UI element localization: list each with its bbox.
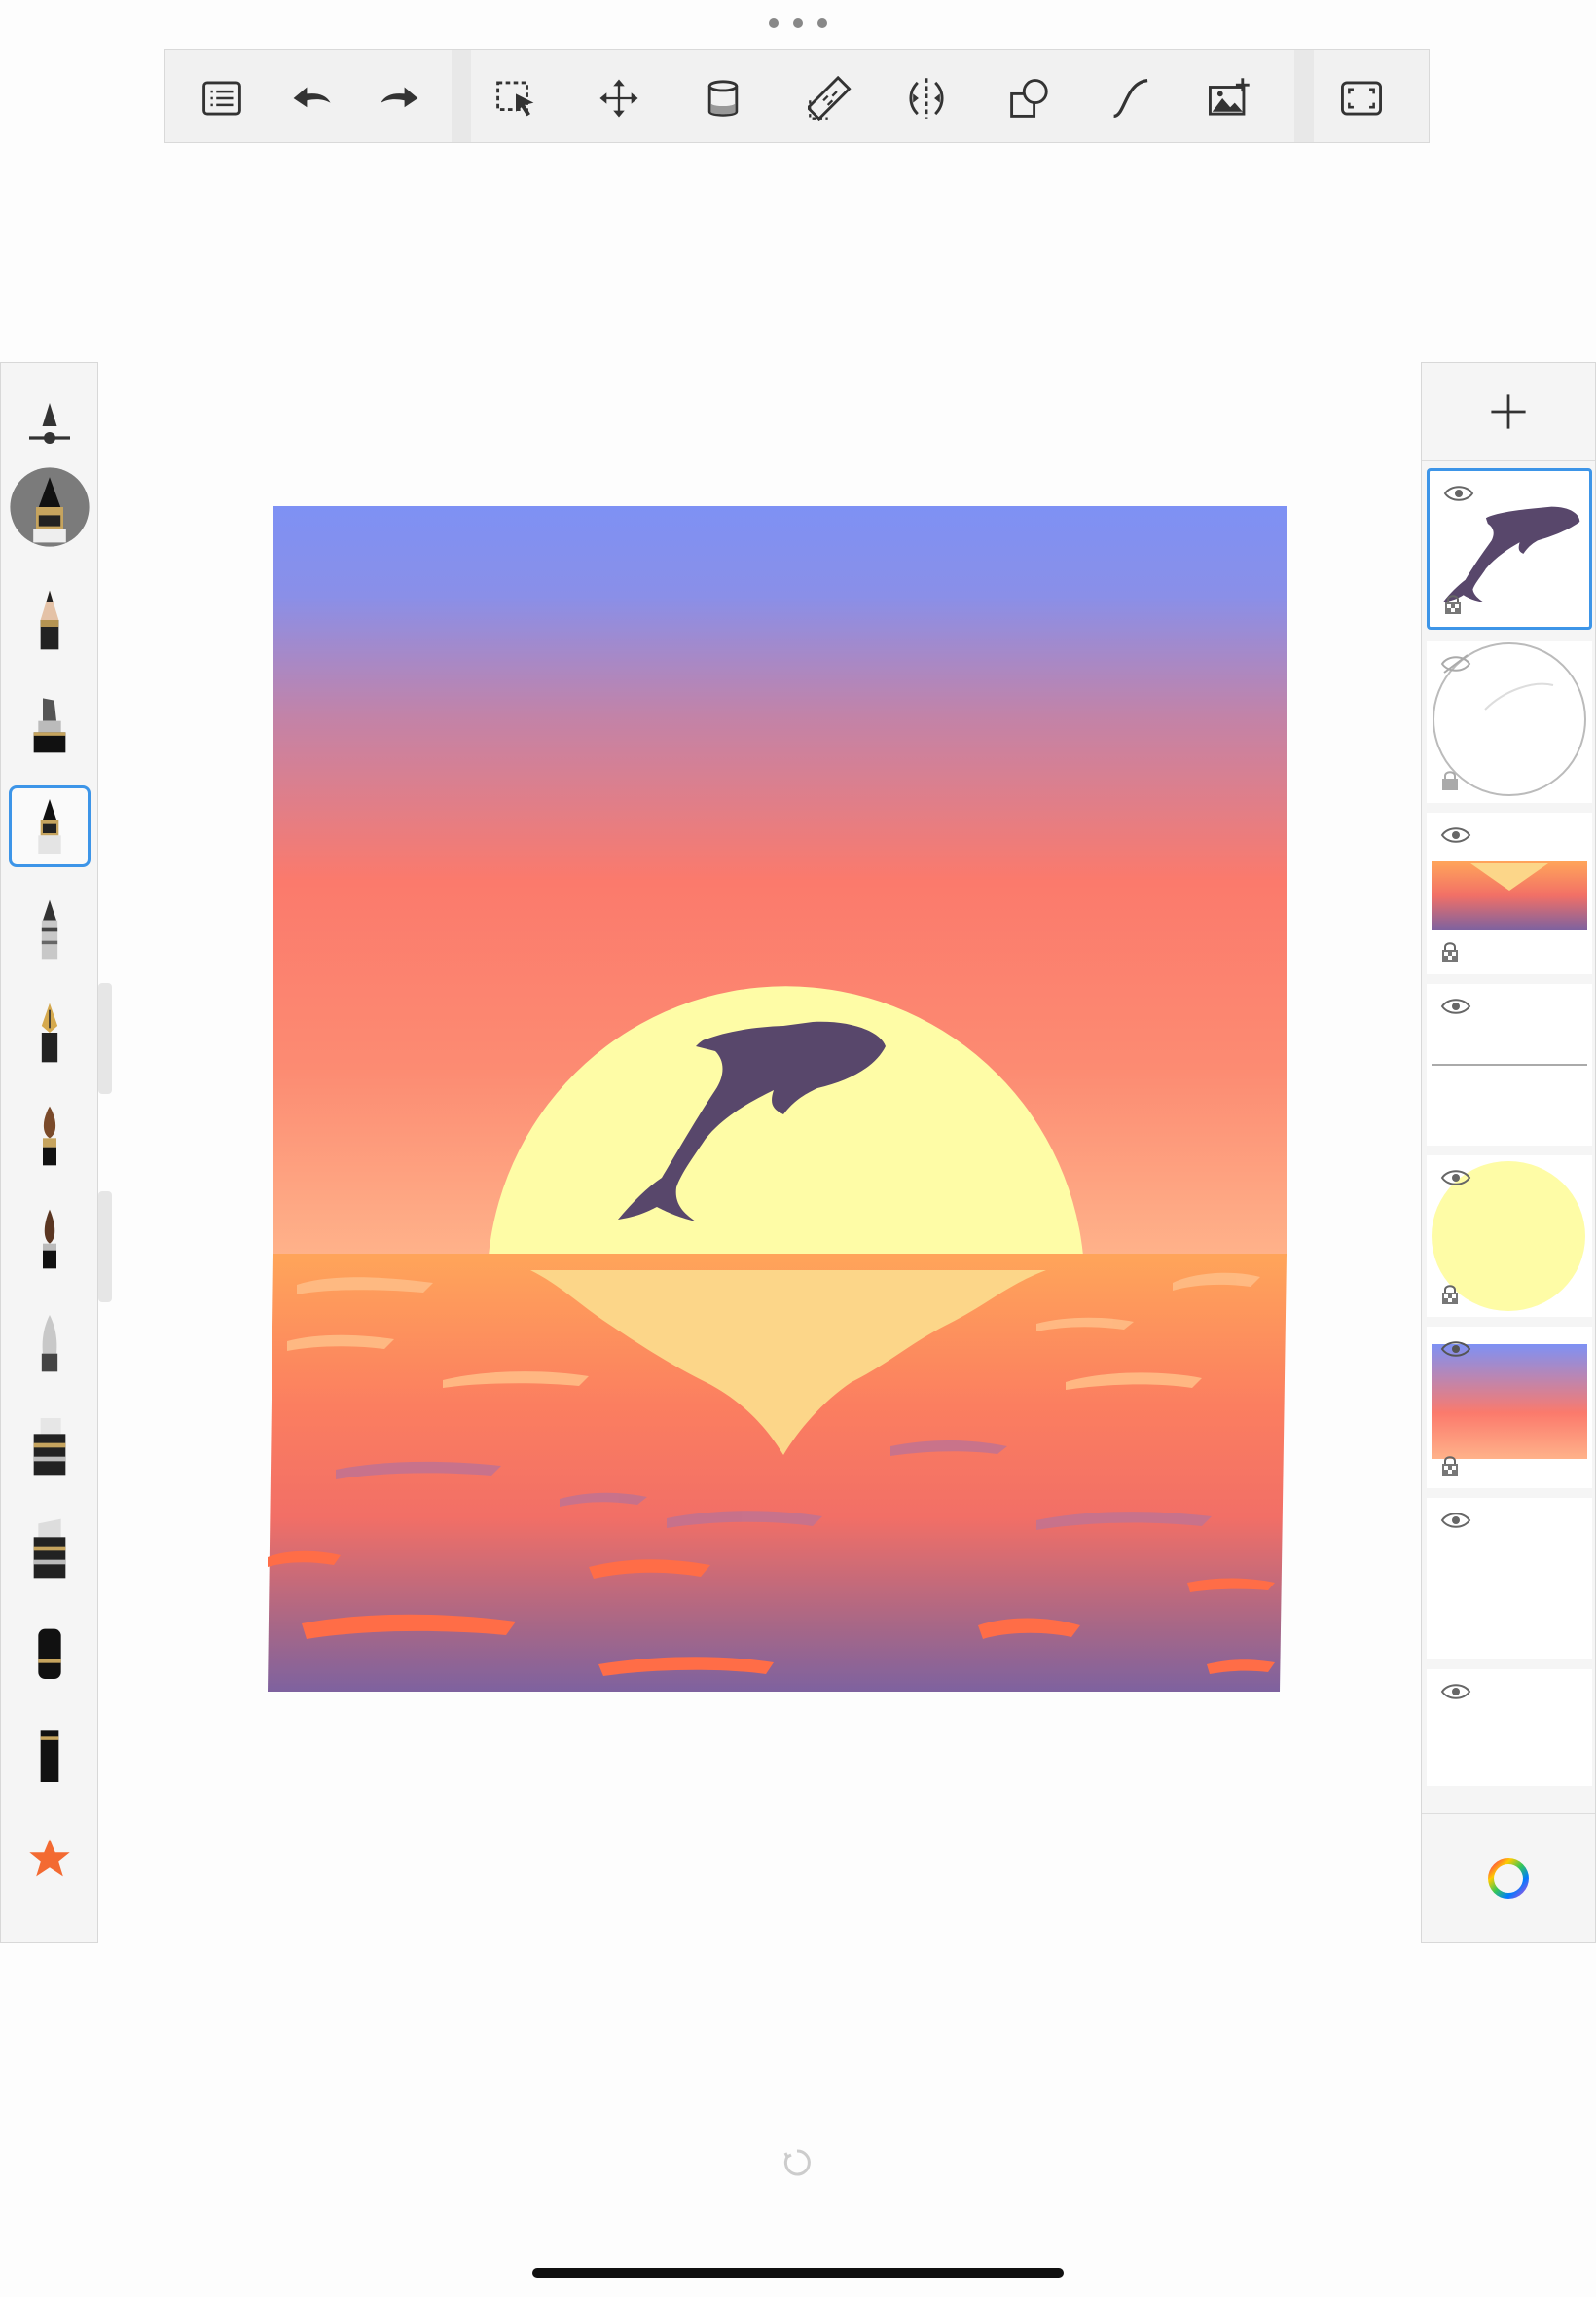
more-menu-handle[interactable] (769, 14, 827, 33)
drawing-canvas[interactable] (268, 506, 1287, 1692)
pencil-icon (40, 590, 59, 650)
layer-thumbnail (1432, 1344, 1587, 1459)
toolbar-divider (1294, 50, 1314, 142)
brush-pencil[interactable] (9, 579, 91, 661)
brush-airbrush[interactable] (9, 1301, 91, 1383)
eye-icon[interactable] (1440, 1167, 1471, 1188)
layer-sun[interactable] (1427, 1155, 1592, 1317)
brush-properties-button[interactable] (9, 383, 91, 464)
add-layer-button[interactable] (1422, 363, 1595, 461)
ellipsis-icon (769, 18, 779, 28)
marker-icon (33, 698, 66, 753)
panel-resize-handle[interactable] (98, 1191, 112, 1302)
undo-button[interactable] (284, 71, 339, 126)
brush-ballpoint[interactable] (9, 889, 91, 970)
brush-flat-marker[interactable] (9, 1714, 91, 1796)
symmetry-button[interactable] (899, 71, 954, 126)
layer-horizon-line[interactable] (1427, 984, 1592, 1146)
selection-icon (496, 81, 534, 117)
lock-transparency-icon[interactable] (1440, 1455, 1460, 1477)
color-picker-button[interactable] (1422, 1813, 1595, 1943)
brush-paint[interactable] (9, 1095, 91, 1177)
brush-wide-marker[interactable] (9, 1508, 91, 1589)
fountain-pen-icon (41, 1003, 58, 1063)
top-toolbar (164, 49, 1430, 143)
brush-black-marker[interactable] (9, 1611, 91, 1693)
redo-button[interactable] (373, 71, 427, 126)
move-icon (599, 79, 638, 118)
lock-transparency-icon[interactable] (1440, 941, 1460, 963)
layers-panel (1421, 362, 1596, 1943)
black-marker-icon (38, 1628, 61, 1679)
add-image-button[interactable] (1202, 71, 1256, 126)
layer-sky-gradient[interactable] (1427, 1327, 1592, 1488)
fine-brush-icon (43, 1209, 56, 1269)
brush-ink-pen[interactable] (9, 785, 91, 867)
sea-layer (268, 1254, 1287, 1692)
move-transform-button[interactable] (592, 71, 646, 126)
menu-button[interactable] (195, 71, 249, 126)
eye-icon[interactable] (1440, 824, 1471, 846)
brush-palette (0, 362, 98, 1943)
curve-icon (1113, 78, 1148, 119)
lock-transparency-icon[interactable] (1440, 1284, 1460, 1305)
brush-fountain-pen[interactable] (9, 992, 91, 1074)
ruler-icon (808, 76, 852, 121)
brush-fine[interactable] (9, 1198, 91, 1280)
eye-icon[interactable] (1440, 1510, 1471, 1531)
ink-pen-icon (10, 467, 90, 547)
eye-icon[interactable] (1440, 1681, 1471, 1702)
airbrush-icon (41, 1315, 58, 1372)
shapes-icon (1010, 79, 1048, 118)
brush-icon (43, 1106, 56, 1166)
ruler-button[interactable] (803, 71, 857, 126)
color-wheel-icon (1488, 1858, 1529, 1899)
flat-marker-icon (40, 1730, 59, 1782)
layer-thumbnail (1432, 1064, 1587, 1066)
redo-arrow-icon (381, 87, 418, 108)
brush-chisel-marker[interactable] (9, 1404, 91, 1486)
chisel-marker-icon (33, 1418, 66, 1476)
eye-hidden-icon[interactable] (1440, 653, 1471, 675)
star-icon (29, 1839, 70, 1877)
layer-sketch[interactable] (1427, 641, 1592, 803)
sync-spinner-icon (783, 2149, 811, 2176)
wide-marker-icon (33, 1518, 66, 1579)
current-brush-button[interactable] (9, 466, 91, 548)
favorites-button[interactable] (9, 1817, 91, 1899)
toolbar-divider (452, 50, 471, 142)
stroke-button[interactable] (1105, 71, 1159, 126)
brush-settings-icon (29, 403, 70, 444)
ink-pen-icon (38, 799, 61, 854)
ballpoint-icon (41, 899, 58, 960)
fill-button[interactable] (696, 71, 750, 126)
add-image-icon (1209, 78, 1250, 116)
layer-thumbnail (1432, 861, 1587, 930)
brush-marker[interactable] (9, 682, 91, 764)
undo-arrow-icon (293, 87, 331, 108)
layer-empty[interactable] (1427, 1498, 1592, 1659)
fullscreen-button[interactable] (1334, 71, 1389, 126)
symmetry-icon (909, 78, 944, 119)
layer-empty[interactable] (1427, 1669, 1592, 1786)
panel-resize-handle[interactable] (98, 983, 112, 1094)
selection-button[interactable] (489, 71, 543, 126)
home-indicator[interactable] (532, 2268, 1064, 2278)
eye-icon[interactable] (1440, 1338, 1471, 1360)
lock-icon[interactable] (1440, 770, 1460, 791)
layer-sea[interactable] (1427, 813, 1592, 974)
fullscreen-icon (1341, 81, 1382, 116)
lock-transparency-icon[interactable] (1443, 594, 1463, 615)
shapes-button[interactable] (1002, 71, 1057, 126)
list-icon (202, 81, 241, 116)
bucket-icon (707, 80, 739, 117)
eye-icon[interactable] (1440, 996, 1471, 1017)
layer-whale[interactable] (1427, 468, 1592, 630)
plus-icon (1491, 394, 1526, 429)
